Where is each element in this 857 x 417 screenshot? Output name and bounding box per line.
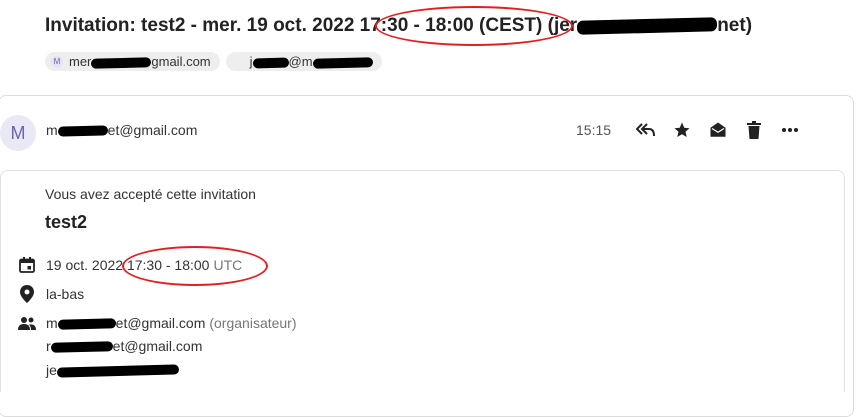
attendee-row: m et@gmail.com (organisateur) <box>18 314 297 332</box>
more-button[interactable] <box>772 116 808 144</box>
event-title: test2 <box>45 212 88 232</box>
more-icon <box>782 128 798 132</box>
redaction <box>312 56 373 69</box>
mark-read-button[interactable] <box>700 116 736 144</box>
redaction <box>577 17 718 35</box>
attendee-email[interactable]: je <box>46 362 180 378</box>
envelope-open-icon <box>710 122 726 137</box>
subject-text: Invitation: test2 - mer. 19 oct. 2022 17… <box>45 15 578 36</box>
recipient-avatar: M <box>51 55 63 68</box>
redaction <box>56 364 180 378</box>
invitation-status: Vous avez accepté cette invitation <box>45 186 256 202</box>
attendee-email[interactable]: m et@gmail.com <box>46 315 205 331</box>
subject-tail: net) <box>717 15 753 36</box>
event-date: 19 oct. 2022 <box>46 257 124 273</box>
recipient-label: j @m <box>250 54 373 69</box>
trash-icon <box>747 121 761 139</box>
attendee-email[interactable]: r et@gmail.com <box>46 338 202 354</box>
location-text: la-bas <box>46 286 85 302</box>
event-timezone: UTC <box>213 257 243 273</box>
people-icon <box>18 314 36 332</box>
event-time: 17:30 - 18:00 <box>126 257 210 273</box>
invitation-panel <box>0 170 845 392</box>
calendar-icon <box>18 256 36 274</box>
redaction <box>50 341 113 354</box>
recipient-label: mer gmail.com <box>69 54 211 69</box>
sender-address[interactable]: m et@gmail.com <box>46 122 197 138</box>
redaction <box>91 56 152 69</box>
redaction <box>57 125 108 137</box>
attendee-row: je <box>18 362 180 378</box>
attendee-role: (organisateur) <box>209 315 297 331</box>
star-icon <box>674 122 690 137</box>
message-actions <box>628 116 808 144</box>
location-pin-icon <box>18 285 36 303</box>
reply-all-icon <box>636 123 655 137</box>
event-location: la-bas <box>18 285 84 303</box>
message-time: 15:15 <box>576 122 612 138</box>
recipient-chip[interactable]: j @m <box>225 52 382 71</box>
redaction <box>252 57 289 69</box>
event-datetime: 19 oct. 2022 17:30 - 18:00 UTC <box>18 256 242 274</box>
email-subject: Invitation: test2 - mer. 19 oct. 2022 17… <box>45 15 752 37</box>
attendee-row: r et@gmail.com <box>18 338 202 354</box>
recipient-avatar <box>232 56 244 68</box>
recipient-chips: M mer gmail.com j @m <box>45 52 382 71</box>
sender-avatar: M <box>0 115 36 151</box>
redaction <box>57 318 116 331</box>
recipient-chip[interactable]: M mer gmail.com <box>45 52 220 71</box>
delete-button[interactable] <box>736 116 772 144</box>
reply-all-button[interactable] <box>628 116 664 144</box>
star-button[interactable] <box>664 116 700 144</box>
